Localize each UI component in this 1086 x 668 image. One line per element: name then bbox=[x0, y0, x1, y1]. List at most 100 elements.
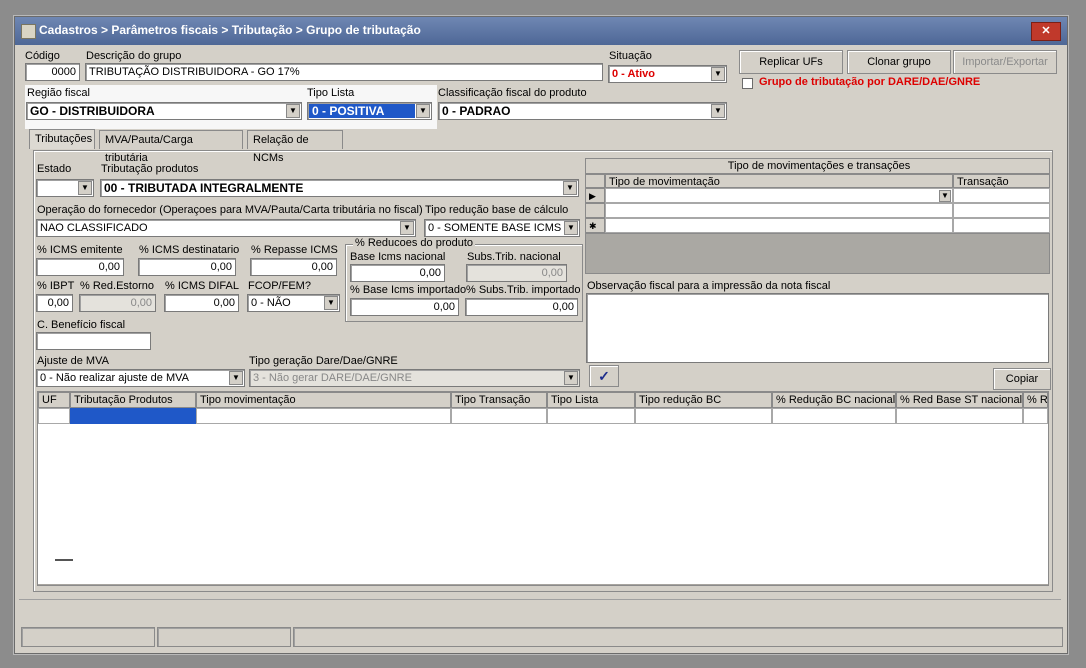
status-segment bbox=[293, 627, 1063, 647]
tributacao-select[interactable]: 00 - TRIBUTADA INTEGRALMENTE ▼ bbox=[100, 179, 579, 197]
subs-trib-imp-label: % Subs.Trib. importado bbox=[466, 284, 581, 296]
grid-cell[interactable] bbox=[772, 408, 896, 424]
observacao-label: Observação fiscal para a impressão da no… bbox=[587, 280, 831, 292]
copiar-button[interactable]: Copiar bbox=[993, 368, 1051, 390]
classificacao-select[interactable]: 0 - PADRAO ▼ bbox=[438, 102, 727, 120]
estado-select[interactable]: ▼ bbox=[36, 179, 94, 197]
chevron-down-icon[interactable]: ▼ bbox=[711, 104, 725, 118]
confirm-button[interactable]: ✓ bbox=[589, 365, 619, 387]
grid-col-tipo-lista: Tipo Lista bbox=[547, 392, 635, 408]
icms-dest-field[interactable]: 0,00 bbox=[138, 258, 236, 276]
fcop-label: FCOP/FEM? bbox=[248, 280, 311, 292]
movimentacoes-cell[interactable] bbox=[953, 188, 1050, 203]
grid-cell[interactable] bbox=[896, 408, 1023, 424]
regiao-label: Região fiscal bbox=[27, 87, 90, 99]
fcop-select[interactable]: 0 - NÃO ▼ bbox=[247, 294, 340, 312]
icms-difal-field[interactable]: 0,00 bbox=[164, 294, 239, 312]
close-button[interactable]: ✕ bbox=[1031, 22, 1061, 41]
grid-cell[interactable] bbox=[451, 408, 547, 424]
tipo-lista-label: Tipo Lista bbox=[307, 87, 355, 99]
grid-col-uf: UF bbox=[38, 392, 70, 408]
ajuste-mva-select[interactable]: 0 - Não realizar ajuste de MVA ▼ bbox=[36, 369, 245, 387]
movimentacoes-title: Tipo de movimentações e transações bbox=[585, 158, 1050, 174]
movimentacoes-col-tipo: Tipo de movimentação bbox=[605, 174, 953, 188]
descricao-field[interactable]: TRIBUTAÇÃO DISTRIBUIDORA - GO 17% bbox=[85, 63, 603, 81]
movimentacoes-cell[interactable] bbox=[953, 218, 1050, 233]
base-icms-nac-field[interactable]: 0,00 bbox=[350, 264, 445, 282]
app-icon bbox=[21, 24, 36, 39]
replicar-ufs-button[interactable]: Replicar UFs bbox=[739, 50, 843, 74]
movimentacoes-cell[interactable] bbox=[605, 203, 953, 218]
tipo-reducao-select[interactable]: 0 - SOMENTE BASE ICMS ▼ bbox=[424, 219, 580, 237]
grid-cell[interactable] bbox=[1023, 408, 1048, 424]
subs-trib-nac-label: Subs.Trib. nacional bbox=[467, 251, 561, 263]
subs-trib-nac-field[interactable]: 0,00 bbox=[466, 264, 567, 282]
chevron-down-icon[interactable]: ▼ bbox=[229, 371, 243, 385]
grid-cell[interactable] bbox=[635, 408, 772, 424]
grid-cell-selected[interactable] bbox=[70, 408, 196, 424]
grid-body[interactable] bbox=[38, 424, 1048, 584]
tab-tributacoes[interactable]: Tributações bbox=[29, 129, 95, 149]
row-indicator bbox=[585, 203, 605, 218]
ibpt-field[interactable]: 0,00 bbox=[36, 294, 73, 312]
grid-col-tributacao: Tributação Produtos bbox=[70, 392, 196, 408]
icms-emitente-label: % ICMS emitente bbox=[37, 244, 123, 256]
base-icms-imp-label: % Base Icms importado bbox=[350, 284, 467, 296]
tipo-geracao-select[interactable]: 3 - Não gerar DARE/DAE/GNRE ▼ bbox=[249, 369, 580, 387]
grid-col-re: % Re bbox=[1023, 392, 1048, 408]
tributacao-label: Tributação produtos bbox=[101, 163, 199, 175]
movimentacoes-cell[interactable] bbox=[953, 203, 1050, 218]
chevron-down-icon[interactable]: ▼ bbox=[78, 181, 92, 195]
movimentacoes-cell[interactable] bbox=[605, 218, 953, 233]
chevron-down-icon[interactable]: ▼ bbox=[564, 371, 578, 385]
operacao-select[interactable]: NAO CLASSIFICADO ▼ bbox=[36, 219, 416, 237]
row-indicator: ▶ bbox=[585, 188, 605, 203]
chevron-down-icon[interactable]: ▼ bbox=[416, 104, 430, 118]
tab-mva-pauta[interactable]: MVA/Pauta/Carga tributária bbox=[99, 130, 243, 164]
chevron-down-icon[interactable]: ▼ bbox=[286, 104, 300, 118]
regiao-select[interactable]: GO - DISTRIBUIDORA ▼ bbox=[26, 102, 302, 120]
chevron-down-icon[interactable]: ▼ bbox=[564, 221, 578, 235]
codigo-field[interactable]: 0000 bbox=[25, 63, 80, 81]
chevron-down-icon[interactable]: ▼ bbox=[400, 221, 414, 235]
grid-cell[interactable] bbox=[38, 408, 70, 424]
ajuste-mva-label: Ajuste de MVA bbox=[37, 355, 109, 367]
operacao-label: Operação do fornecedor (Operaçoes para M… bbox=[37, 204, 423, 216]
repasse-field[interactable]: 0,00 bbox=[250, 258, 337, 276]
beneficio-field[interactable] bbox=[36, 332, 151, 350]
clonar-grupo-button[interactable]: Clonar grupo bbox=[847, 50, 951, 74]
situacao-select[interactable]: 0 - Ativo ▼ bbox=[608, 65, 727, 83]
chevron-down-icon[interactable]: ▼ bbox=[939, 190, 951, 202]
importar-exportar-button[interactable]: Importar/Exportar bbox=[953, 50, 1057, 74]
codigo-label: Código bbox=[25, 50, 60, 62]
icms-emitente-field[interactable]: 0,00 bbox=[36, 258, 124, 276]
classificacao-label: Classificação fiscal do produto bbox=[438, 87, 587, 99]
chevron-down-icon[interactable]: ▼ bbox=[324, 296, 338, 310]
tributacao-value: 00 - TRIBUTADA INTEGRALMENTE bbox=[104, 181, 304, 195]
operacao-value: NAO CLASSIFICADO bbox=[40, 222, 148, 234]
grid-cell[interactable] bbox=[547, 408, 635, 424]
tipo-geracao-label: Tipo geração Dare/Dae/GNRE bbox=[249, 355, 398, 367]
tipo-lista-select[interactable]: 0 - POSITIVA ▼ bbox=[307, 102, 432, 120]
grid-col-tipo-transacao: Tipo Transação bbox=[451, 392, 547, 408]
base-icms-imp-field[interactable]: 0,00 bbox=[350, 298, 459, 316]
observacao-textarea[interactable] bbox=[586, 293, 1049, 363]
red-estorno-field[interactable]: 0,00 bbox=[79, 294, 156, 312]
grid-cell[interactable] bbox=[196, 408, 451, 424]
grid-col-reducao-bc: % Redução BC nacional bbox=[772, 392, 896, 408]
regiao-value: GO - DISTRIBUIDORA bbox=[30, 104, 155, 118]
fcop-value: 0 - NÃO bbox=[251, 297, 291, 309]
dare-checkbox[interactable] bbox=[742, 78, 753, 89]
tab-relacao-ncms[interactable]: Relação de NCMs bbox=[247, 130, 343, 164]
movimentacoes-cell[interactable]: ▼ bbox=[605, 188, 953, 203]
status-segment bbox=[21, 627, 155, 647]
chevron-down-icon[interactable]: ▼ bbox=[711, 67, 725, 81]
chevron-down-icon[interactable]: ▼ bbox=[563, 181, 577, 195]
grid-scroll-indicator bbox=[55, 559, 73, 561]
movimentacoes-corner bbox=[585, 174, 605, 188]
status-segment bbox=[157, 627, 291, 647]
grid-col-tipo-movimentacao: Tipo movimentação bbox=[196, 392, 451, 408]
subs-trib-imp-field[interactable]: 0,00 bbox=[465, 298, 578, 316]
classificacao-value: 0 - PADRAO bbox=[442, 104, 511, 118]
red-estorno-label: % Red.Estorno bbox=[80, 280, 154, 292]
